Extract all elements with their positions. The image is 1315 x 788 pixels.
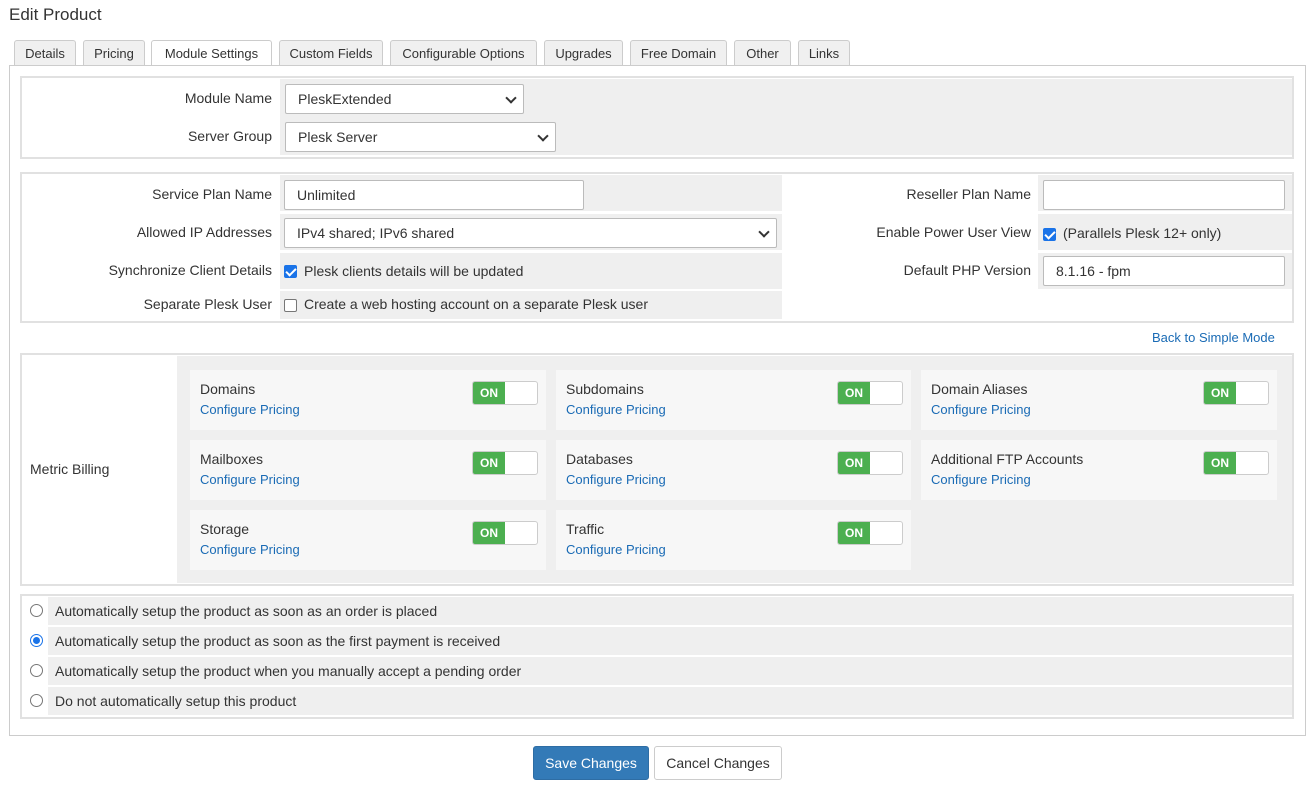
php-version-input[interactable]: 8.1.16 - fpm [1043,256,1285,286]
server-group-value: Plesk Server [298,129,378,145]
metric-name: Databases [566,451,633,467]
page-title: Edit Product [9,5,102,24]
toggle-on-label: ON [838,522,870,544]
metric-item-ftp-accounts: Additional FTP Accounts Configure Pricin… [921,440,1277,500]
setup-radio-none[interactable] [30,694,43,707]
toggle-on-label: ON [838,382,870,404]
server-group-label: Server Group [187,128,272,144]
cancel-changes-button[interactable]: Cancel Changes [654,746,782,780]
metric-name: Subdomains [566,381,644,397]
metric-billing-label: Metric Billing [30,461,110,477]
setup-option-label: Automatically setup the product as soon … [55,603,438,619]
reseller-plan-label: Reseller Plan Name [906,186,1032,202]
save-changes-button[interactable]: Save Changes [533,746,649,780]
php-version-label: Default PHP Version [903,262,1031,278]
metric-item-subdomains: Subdomains Configure Pricing ON [556,370,911,430]
toggle-on-label: ON [1204,452,1236,474]
power-user-text: (Parallels Plesk 12+ only) [1063,225,1222,241]
metric-toggle[interactable]: ON [837,521,903,545]
metric-name: Traffic [566,521,605,537]
metric-item-domain-aliases: Domain Aliases Configure Pricing ON [921,370,1277,430]
separate-user-text: Create a web hosting account on a separa… [304,296,648,312]
metric-toggle[interactable]: ON [1203,451,1269,475]
metric-item-traffic: Traffic Configure Pricing ON [556,510,911,570]
toggle-on-label: ON [838,452,870,474]
module-name-select[interactable]: PleskExtended [285,84,524,114]
metric-toggle[interactable]: ON [1203,381,1269,405]
metric-name: Mailboxes [200,451,264,467]
back-to-simple-mode-link[interactable]: Back to Simple Mode [1152,330,1275,345]
metric-name: Domain Aliases [931,381,1028,397]
chevron-down-icon [758,226,770,238]
metric-item-domains: Domains Configure Pricing ON [190,370,546,430]
tab-custom-fields[interactable]: Custom Fields [279,40,383,66]
configure-pricing-link[interactable]: Configure Pricing [931,402,1031,417]
allowed-ip-select[interactable]: IPv4 shared; IPv6 shared [284,218,777,248]
setup-radio-manual-accept[interactable] [30,664,43,677]
sync-client-label: Synchronize Client Details [108,262,272,278]
module-name-value: PleskExtended [298,91,392,107]
tab-module-settings[interactable]: Module Settings [151,40,272,67]
allowed-ip-value: IPv4 shared; IPv6 shared [297,225,455,241]
tab-upgrades[interactable]: Upgrades [544,40,623,66]
setup-option-label: Do not automatically setup this product [55,693,297,709]
tab-configurable-options[interactable]: Configurable Options [390,40,537,66]
setup-radio-order-placed[interactable] [30,604,43,617]
metric-item-mailboxes: Mailboxes Configure Pricing ON [190,440,546,500]
metric-toggle[interactable]: ON [837,381,903,405]
service-plan-input[interactable]: Unlimited [284,180,584,210]
toggle-on-label: ON [473,522,505,544]
metric-name: Domains [200,381,256,397]
reseller-plan-input[interactable] [1043,180,1285,210]
configure-pricing-link[interactable]: Configure Pricing [200,472,300,487]
separate-user-label: Separate Plesk User [143,296,272,312]
separate-user-checkbox[interactable] [284,299,297,312]
tab-details[interactable]: Details [14,40,76,66]
tab-free-domain[interactable]: Free Domain [630,40,727,66]
metric-name: Storage [200,521,250,537]
allowed-ip-label: Allowed IP Addresses [136,224,272,240]
toggle-on-label: ON [1204,382,1236,404]
toggle-on-label: ON [473,452,505,474]
configure-pricing-link[interactable]: Configure Pricing [931,472,1031,487]
tab-pricing[interactable]: Pricing [83,40,145,66]
configure-pricing-link[interactable]: Configure Pricing [200,402,300,417]
metric-item-databases: Databases Configure Pricing ON [556,440,911,500]
setup-option-label: Automatically setup the product as soon … [55,633,501,649]
chevron-down-icon [505,92,517,104]
configure-pricing-link[interactable]: Configure Pricing [566,402,666,417]
sync-client-text: Plesk clients details will be updated [304,263,524,279]
configure-pricing-link[interactable]: Configure Pricing [200,542,300,557]
setup-radio-first-payment[interactable] [30,634,43,647]
metric-toggle[interactable]: ON [472,381,538,405]
tab-other[interactable]: Other [734,40,791,66]
service-plan-label: Service Plan Name [152,186,272,202]
sync-client-checkbox[interactable] [284,265,297,278]
metric-toggle[interactable]: ON [837,451,903,475]
configure-pricing-link[interactable]: Configure Pricing [566,542,666,557]
power-user-label: Enable Power User View [876,224,1031,240]
module-name-label: Module Name [184,90,272,106]
tab-links[interactable]: Links [798,40,850,66]
setup-option-label: Automatically setup the product when you… [55,663,522,679]
toggle-on-label: ON [473,382,505,404]
power-user-checkbox[interactable] [1043,228,1056,241]
metric-toggle[interactable]: ON [472,521,538,545]
metric-name: Additional FTP Accounts [931,451,1084,467]
server-group-select[interactable]: Plesk Server [285,122,556,152]
chevron-down-icon [537,130,549,142]
configure-pricing-link[interactable]: Configure Pricing [566,472,666,487]
metric-item-storage: Storage Configure Pricing ON [190,510,546,570]
metric-toggle[interactable]: ON [472,451,538,475]
